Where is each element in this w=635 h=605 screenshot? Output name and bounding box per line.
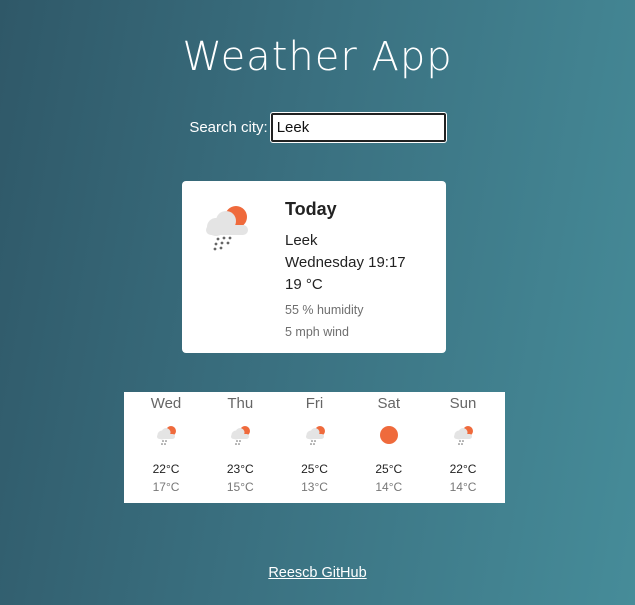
forecast-low: 13°C — [301, 480, 328, 494]
forecast-day-name: Fri — [305, 395, 324, 412]
forecast-day-name: Wed — [150, 395, 182, 412]
forecast-high: 22°C — [449, 462, 477, 476]
forecast-day-name: Sun — [449, 395, 477, 412]
today-details: Today Leek Wednesday 19:17 19 °C 55 % hu… — [285, 199, 406, 343]
current-temperature: 19 °C — [285, 276, 323, 293]
forecast-high: 25°C — [301, 462, 328, 476]
forecast-low: 14°C — [449, 480, 477, 494]
forecast-day: Fri 25°C 13°C — [283, 392, 347, 503]
footer: Reescb GitHub — [0, 565, 635, 581]
forecast-low: 15°C — [226, 480, 254, 494]
sun-cloud-rain-icon — [283, 422, 347, 448]
forecast-low: 14°C — [375, 480, 403, 494]
app-title: Weather App — [182, 34, 453, 80]
forecast-high: 22°C — [152, 462, 180, 476]
date-time: Wednesday 19:17 — [285, 254, 406, 271]
wind-speed: 5 mph wind — [285, 325, 349, 339]
forecast-day: Sat 25°C 14°C — [357, 392, 421, 503]
sun-cloud-rain-icon — [208, 422, 272, 448]
sun-icon — [357, 422, 421, 448]
forecast-day: Sun 22°C 14°C — [431, 392, 495, 503]
github-link[interactable]: Reescb GitHub — [268, 565, 366, 581]
search-input[interactable] — [269, 112, 447, 143]
city-name: Leek — [285, 232, 318, 249]
search-label: Search city: — [189, 119, 268, 136]
sun-cloud-rain-icon — [202, 201, 252, 256]
sun-cloud-rain-icon — [431, 422, 495, 448]
sun-cloud-rain-icon — [134, 422, 198, 448]
forecast-high: 25°C — [375, 462, 403, 476]
forecast-day-name: Thu — [227, 395, 254, 412]
forecast-high: 23°C — [226, 462, 254, 476]
forecast-day: Thu 23°C 15°C — [208, 392, 272, 503]
search-bar: Search city: — [0, 112, 635, 143]
forecast-low: 17°C — [152, 480, 180, 494]
forecast-panel: Wed 22°C 17°C Thu 23°C 15°C Fri 25°C 13°… — [124, 392, 505, 503]
today-card: Today Leek Wednesday 19:17 19 °C 55 % hu… — [182, 181, 446, 353]
forecast-day-name: Sat — [377, 395, 400, 412]
forecast-day: Wed 22°C 17°C — [134, 392, 198, 503]
today-heading: Today — [285, 199, 337, 219]
humidity: 55 % humidity — [285, 303, 364, 317]
